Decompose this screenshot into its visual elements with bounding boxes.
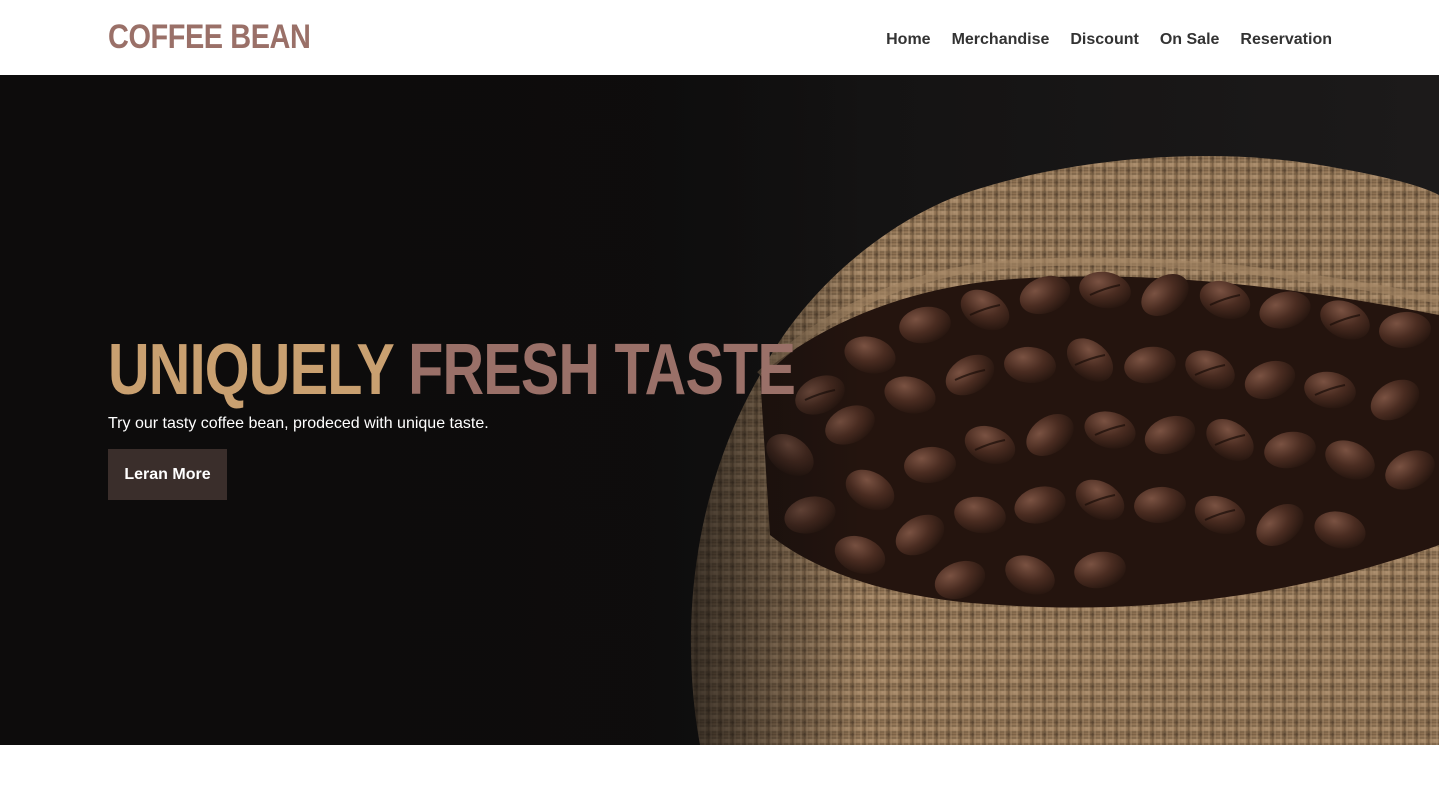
learn-more-button[interactable]: Leran More [108, 449, 227, 500]
nav-item-merchandise[interactable]: Merchandise [952, 28, 1050, 52]
main-nav: Home Merchandise Discount On Sale Reserv… [886, 28, 1332, 52]
nav-item-reservation[interactable]: Reservation [1240, 28, 1332, 52]
hero-title: UNIQUELY FRESH TASTE [108, 330, 796, 410]
page-content-area [0, 745, 1439, 785]
hero-title-accent: UNIQUELY [108, 330, 394, 410]
hero-background-image [0, 75, 1439, 745]
hero-title-main: FRESH TASTE [408, 330, 796, 410]
nav-item-home[interactable]: Home [886, 28, 930, 52]
nav-item-discount[interactable]: Discount [1070, 28, 1138, 52]
nav-item-on-sale[interactable]: On Sale [1160, 28, 1220, 52]
hero-banner: UNIQUELY FRESH TASTE Try our tasty coffe… [0, 75, 1439, 745]
hero-subtitle: Try our tasty coffee bean, prodeced with… [108, 415, 489, 432]
site-header: COFFEE BEAN Home Merchandise Discount On… [0, 0, 1439, 75]
site-logo[interactable]: COFFEE BEAN [108, 14, 311, 60]
